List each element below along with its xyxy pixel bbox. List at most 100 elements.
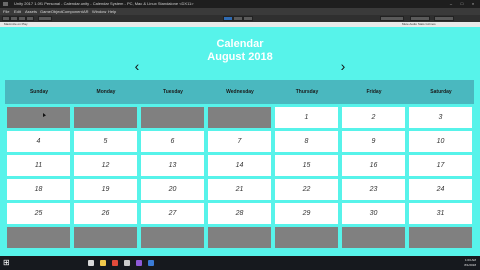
day-number: 16 (369, 162, 378, 169)
pause-button[interactable] (233, 16, 243, 21)
windows-taskbar: ⊞ 1:03 AM 8/1/2018 (0, 256, 480, 270)
play-button[interactable] (223, 16, 233, 21)
day-cell[interactable]: 4 (7, 131, 70, 152)
weekday-monday: Monday (96, 89, 116, 95)
menu-gameobject[interactable]: GameObject (40, 8, 62, 15)
menu-file[interactable]: File (3, 8, 9, 15)
close-icon[interactable]: × (468, 0, 478, 8)
game-view-toolbar: Maximize on Play Mute Audio Stats Gizmos (0, 22, 480, 27)
day-number: 22 (302, 186, 311, 193)
day-cell[interactable]: 26 (74, 203, 137, 224)
day-cell[interactable]: 27 (141, 203, 204, 224)
day-cell[interactable]: 23 (342, 179, 405, 200)
app-taskbar-icon[interactable] (148, 260, 154, 266)
search-icon[interactable] (88, 260, 94, 266)
windows-start-icon[interactable]: ⊞ (3, 259, 11, 267)
day-number: 9 (371, 138, 376, 145)
day-number: 14 (235, 162, 244, 169)
day-number: 18 (34, 186, 43, 193)
day-number: 13 (168, 162, 177, 169)
maximize-on-play-toggle[interactable]: Maximize on Play (4, 22, 28, 27)
day-cell[interactable]: 17 (409, 155, 472, 176)
day-cell[interactable]: 12 (74, 155, 137, 176)
empty-day-cell (342, 227, 405, 248)
day-cell[interactable]: 19 (74, 179, 137, 200)
menu-ar[interactable]: AR (83, 8, 89, 15)
empty-day-cell (7, 107, 70, 128)
day-number: 25 (34, 210, 43, 217)
hand-tool-button[interactable] (2, 16, 10, 21)
menu-window[interactable]: Window (92, 8, 106, 15)
move-tool-button[interactable] (10, 16, 18, 21)
layout-dropdown[interactable] (434, 16, 454, 21)
previous-month-button[interactable]: ‹ (130, 58, 144, 74)
file-explorer-icon[interactable] (100, 260, 106, 266)
menu-help[interactable]: Help (108, 8, 116, 15)
day-cell[interactable]: 5 (74, 131, 137, 152)
step-button[interactable] (243, 16, 253, 21)
day-cell[interactable]: 28 (208, 203, 271, 224)
collab-button[interactable] (380, 16, 404, 21)
day-cell[interactable]: 16 (342, 155, 405, 176)
day-cell[interactable]: 8 (275, 131, 338, 152)
day-number: 10 (436, 138, 445, 145)
day-number: 31 (436, 210, 445, 217)
visual-studio-icon[interactable] (136, 260, 142, 266)
menu-edit[interactable]: Edit (14, 8, 21, 15)
day-number: 15 (302, 162, 311, 169)
day-cell[interactable]: 22 (275, 179, 338, 200)
day-cell[interactable]: 29 (275, 203, 338, 224)
day-cell[interactable]: 10 (409, 131, 472, 152)
menu-assets[interactable]: Assets (25, 8, 37, 15)
day-cell[interactable]: 9 (342, 131, 405, 152)
minimize-icon[interactable]: – (446, 0, 456, 8)
empty-day-cell (74, 107, 137, 128)
day-cell[interactable]: 6 (141, 131, 204, 152)
clock-date: 8/1/2018 (464, 263, 476, 267)
day-number: 21 (235, 186, 244, 193)
pivot-toggle[interactable] (38, 16, 52, 21)
maximize-icon[interactable]: □ (457, 0, 467, 8)
day-number: 11 (34, 162, 43, 169)
day-cell[interactable]: 13 (141, 155, 204, 176)
day-cell[interactable]: 7 (208, 131, 271, 152)
weekday-thursday: Thursday (295, 89, 319, 95)
day-cell[interactable]: 21 (208, 179, 271, 200)
calendar-title: Calendar (216, 38, 264, 50)
day-cell[interactable]: 3 (409, 107, 472, 128)
unity-taskbar-icon[interactable] (124, 260, 130, 266)
day-cell[interactable]: 20 (141, 179, 204, 200)
day-number: 30 (369, 210, 378, 217)
rotate-tool-button[interactable] (18, 16, 26, 21)
day-number: 1 (304, 114, 309, 121)
game-view-options[interactable]: Mute Audio Stats Gizmos (402, 22, 436, 27)
day-number: 12 (101, 162, 110, 169)
empty-day-cell (141, 107, 204, 128)
window-title: Unity 2017 1.0f1 Personal - Calendar.uni… (14, 1, 194, 6)
scale-tool-button[interactable] (26, 16, 34, 21)
day-number: 20 (168, 186, 177, 193)
day-cell[interactable]: 15 (275, 155, 338, 176)
day-cell[interactable]: 24 (409, 179, 472, 200)
day-cell[interactable]: 30 (342, 203, 405, 224)
day-number: 5 (103, 138, 108, 145)
day-number: 4 (36, 138, 41, 145)
empty-day-cell (208, 107, 271, 128)
day-cell[interactable]: 31 (409, 203, 472, 224)
day-cell[interactable]: 11 (7, 155, 70, 176)
weekday-friday: Friday (366, 89, 382, 95)
next-month-button[interactable]: › (336, 58, 350, 74)
menu-component[interactable]: Component (62, 8, 83, 15)
day-cell[interactable]: 18 (7, 179, 70, 200)
chrome-icon[interactable] (112, 260, 118, 266)
day-cell[interactable]: 1 (275, 107, 338, 128)
day-cell[interactable]: 25 (7, 203, 70, 224)
day-cell[interactable]: 14 (208, 155, 271, 176)
empty-day-cell (141, 227, 204, 248)
day-number: 2 (371, 114, 376, 121)
day-cell[interactable]: 2 (342, 107, 405, 128)
day-number: 8 (304, 138, 309, 145)
toolbar (0, 15, 480, 22)
empty-day-cell (74, 227, 137, 248)
layers-dropdown[interactable] (410, 16, 430, 21)
